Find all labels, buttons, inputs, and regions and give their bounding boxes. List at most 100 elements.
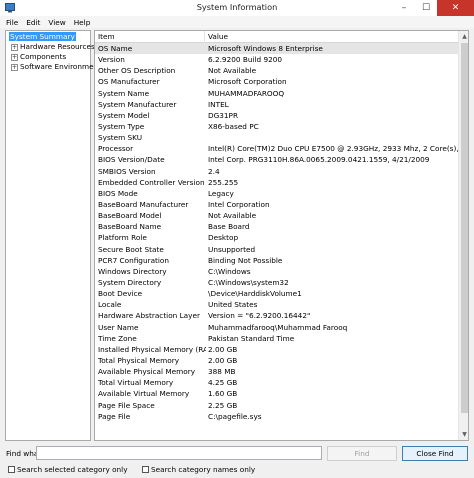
find-input[interactable] — [36, 446, 322, 460]
table-row[interactable]: Locale United States — [95, 299, 459, 310]
tree-item-label: Software Environment — [20, 62, 102, 71]
scroll-down-icon[interactable]: ▼ — [459, 429, 468, 440]
table-row[interactable]: Time Zone Pakistan Standard Time — [95, 333, 459, 344]
scroll-up-icon[interactable]: ▲ — [459, 31, 468, 42]
table-row[interactable]: Installed Physical Memory (RAM) 2.00 GB — [95, 344, 459, 355]
table-row[interactable]: Platform Role Desktop — [95, 232, 459, 243]
table-row[interactable]: OS Name Microsoft Windows 8 Enterprise — [95, 43, 459, 55]
item-cell: Time Zone — [98, 333, 137, 343]
table-row[interactable]: Other OS Description Not Available — [95, 65, 459, 76]
value-cell: Binding Not Possible — [208, 255, 283, 265]
column-header: Item Value — [95, 31, 459, 43]
item-cell: Other OS Description — [98, 66, 176, 76]
value-cell: 2.00 GB — [208, 344, 238, 354]
value-cell: INTEL — [208, 99, 229, 109]
find-bar: Find what: Find Close Find Search select… — [0, 443, 474, 478]
checkbox-label: Search selected category only — [17, 465, 128, 474]
item-cell: System Type — [98, 121, 145, 131]
list-rows: OS Name Microsoft Windows 8 Enterprise Ver… — [95, 43, 459, 422]
value-cell: United States — [208, 300, 258, 310]
value-cell: Pakistan Standard Time — [208, 333, 295, 343]
column-header-value[interactable]: Value — [205, 31, 459, 43]
table-row[interactable]: Total Virtual Memory 4.25 GB — [95, 377, 459, 388]
expand-icon[interactable]: + — [11, 43, 18, 51]
table-row[interactable]: System Model DG31PR — [95, 110, 459, 121]
menu-help[interactable]: Help — [70, 18, 95, 27]
value-cell: 1.60 GB — [208, 389, 238, 399]
menu-view[interactable]: View — [44, 18, 69, 27]
item-cell: Total Virtual Memory — [98, 378, 174, 388]
expand-icon[interactable]: + — [11, 63, 18, 71]
category-tree: System Summary + Hardware Resources + Comp… — [5, 30, 101, 441]
table-row[interactable]: System Manufacturer INTEL — [95, 99, 459, 110]
item-cell: BaseBoard Manufacturer — [98, 199, 189, 209]
tree-item-label: Components — [20, 52, 67, 61]
table-row[interactable]: User Name Muhammadfarooq\Muhammad Farooq — [95, 322, 459, 333]
table-row[interactable]: System Directory C:\Windows\system32 — [95, 277, 459, 288]
value-cell: Microsoft Corporation — [208, 77, 287, 87]
table-row[interactable]: Hardware Abstraction Layer Version = "6.2… — [95, 310, 459, 321]
value-cell: C:\Windows — [208, 266, 251, 276]
checkbox-label: Search category names only — [151, 465, 256, 474]
table-row[interactable]: Embedded Controller Version 255.255 — [95, 177, 459, 188]
table-row[interactable]: BaseBoard Name Base Board — [95, 221, 459, 232]
search-category-names-checkbox[interactable]: Search category names only — [142, 465, 255, 474]
value-cell: Microsoft Windows 8 Enterprise — [208, 44, 323, 53]
table-row[interactable]: Version 6.2.9200 Build 9200 — [95, 54, 459, 65]
maximize-button[interactable]: ☐ — [415, 0, 437, 16]
minimize-button[interactable]: – — [393, 0, 415, 16]
menu-file[interactable]: File — [2, 18, 22, 27]
table-row[interactable]: PCR7 Configuration Binding Not Possible — [95, 255, 459, 266]
search-selected-category-checkbox[interactable]: Search selected category only — [8, 465, 128, 474]
tree-item-software-environment[interactable]: + Software Environment — [6, 62, 101, 72]
table-row[interactable]: Boot Device \Device\HarddiskVolume1 — [95, 288, 459, 299]
item-cell: OS Name — [98, 44, 133, 53]
menu-edit[interactable]: Edit — [22, 18, 44, 27]
table-row[interactable]: System SKU — [95, 132, 459, 143]
item-cell: Embedded Controller Version — [98, 177, 205, 187]
table-row[interactable]: System Type X86-based PC — [95, 121, 459, 132]
table-row[interactable]: Secure Boot State Unsupported — [95, 244, 459, 255]
table-row[interactable]: Page File C:\pagefile.sys — [95, 411, 459, 422]
value-cell: X86-based PC — [208, 121, 259, 131]
tree-item-label: Hardware Resources — [20, 42, 95, 51]
table-row[interactable]: Available Physical Memory 388 MB — [95, 366, 459, 377]
table-row[interactable]: BIOS Version/Date Intel Corp. PRG3110H.86… — [95, 154, 459, 165]
tree-item-system-summary[interactable]: System Summary — [6, 32, 90, 42]
table-row[interactable]: OS Manufacturer Microsoft Corporation — [95, 76, 459, 87]
value-cell: Desktop — [208, 233, 239, 243]
table-row[interactable]: Processor Intel(R) Core(TM)2 Duo CPU E750… — [95, 143, 459, 154]
table-row[interactable]: System Name MUHAMMADFAROOQ — [95, 88, 459, 99]
value-cell: Base Board — [208, 222, 250, 232]
item-cell: BaseBoard Name — [98, 222, 162, 232]
value-cell: 2.00 GB — [208, 355, 238, 365]
table-row[interactable]: BIOS Mode Legacy — [95, 188, 459, 199]
table-row[interactable]: BaseBoard Manufacturer Intel Corporation — [95, 199, 459, 210]
table-row[interactable]: BaseBoard Model Not Available — [95, 210, 459, 221]
vertical-scrollbar[interactable]: ▲ ▼ — [458, 31, 468, 440]
tree-item-components[interactable]: + Components — [6, 52, 90, 62]
checkbox-box[interactable] — [142, 466, 149, 473]
value-cell: 4.25 GB — [208, 378, 238, 388]
expand-icon[interactable]: + — [11, 53, 18, 61]
close-find-button[interactable]: Close Find — [402, 446, 468, 461]
column-header-item[interactable]: Item — [95, 31, 205, 43]
item-cell: BaseBoard Model — [98, 211, 162, 221]
close-window-button[interactable]: ✕ — [437, 0, 474, 16]
value-cell: Intel Corp. PRG3110H.86A.0065.2009.0421.… — [208, 155, 430, 165]
table-row[interactable]: Windows Directory C:\Windows — [95, 266, 459, 277]
value-cell: Version = "6.2.9200.16442" — [208, 311, 311, 321]
scroll-thumb[interactable] — [461, 43, 468, 413]
table-row[interactable]: SMBIOS Version 2.4 — [95, 166, 459, 177]
table-row[interactable]: Available Virtual Memory 1.60 GB — [95, 388, 459, 399]
table-row[interactable]: Page File Space 2.25 GB — [95, 400, 459, 411]
checkbox-box[interactable] — [8, 466, 15, 473]
find-button[interactable]: Find — [327, 446, 397, 461]
value-cell: 2.4 — [208, 166, 220, 176]
item-cell: Locale — [98, 300, 122, 310]
item-cell: Available Virtual Memory — [98, 389, 190, 399]
item-cell: System SKU — [98, 133, 143, 143]
table-row[interactable]: Total Physical Memory 2.00 GB — [95, 355, 459, 366]
item-cell: System Directory — [98, 277, 162, 287]
tree-item-hardware-resources[interactable]: + Hardware Resources — [6, 42, 95, 52]
